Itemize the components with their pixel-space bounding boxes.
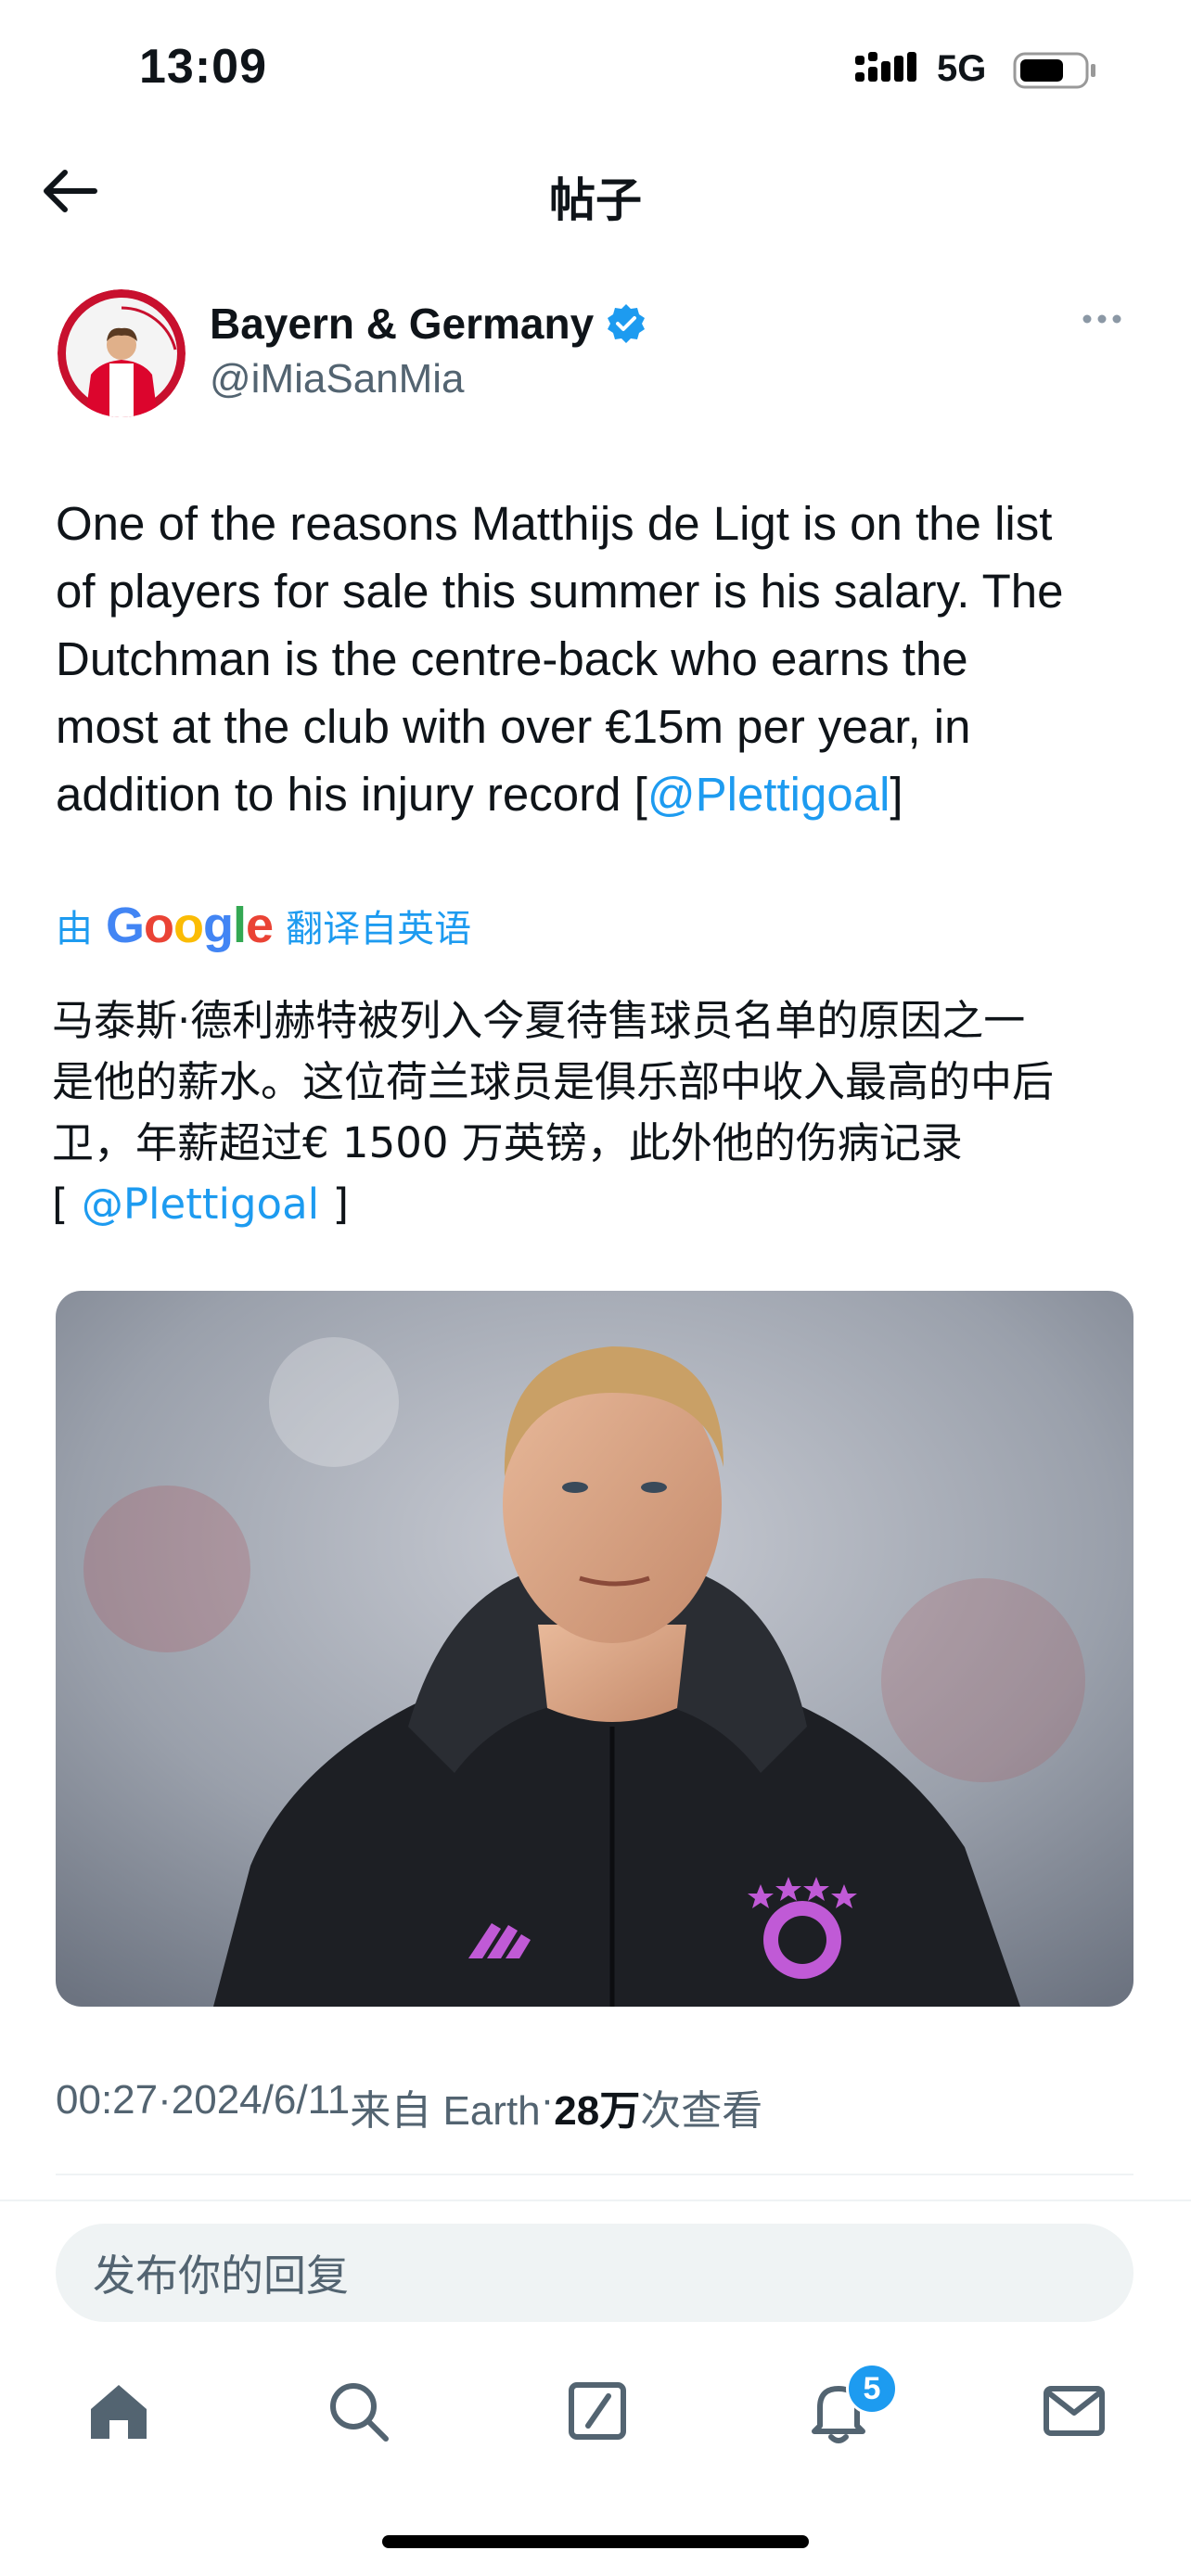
post-text-end: ] — [890, 768, 903, 821]
messages-icon[interactable] — [1037, 2374, 1111, 2448]
translated-text: 马泰斯·德利赫特被列入今夏待售球员名单的原因之一 是他的薪水。这位荷兰球员是俱乐… — [52, 990, 1146, 1235]
network-label: 5G — [937, 48, 987, 89]
post-date[interactable]: 2024/6/11 — [172, 2077, 350, 2136]
mention-link[interactable]: @Plettigoal — [647, 768, 890, 821]
views-label: 次查看 — [640, 2088, 763, 2134]
translated-text-end: ] — [319, 1180, 350, 1229]
verified-icon — [608, 304, 645, 343]
avatar[interactable] — [58, 289, 186, 417]
translation-suffix: 翻译自英语 — [286, 909, 472, 950]
author-display-name[interactable]: Bayern & Germany — [210, 299, 594, 349]
status-time: 13:09 — [139, 40, 267, 94]
battery-icon — [1013, 52, 1095, 89]
translated-mention-link[interactable]: @Plettigoal — [82, 1180, 319, 1229]
meta-separator: · — [158, 2077, 172, 2123]
post-meta: 00:27 · 2024/6/11 来自 Earth · 28万 次查看 — [56, 2077, 762, 2136]
translation-prefix: 由 — [56, 909, 93, 950]
meta-separator: · — [540, 2077, 555, 2123]
home-indicator — [382, 2535, 809, 2548]
views-count[interactable]: 28万 — [554, 2077, 640, 2136]
signal-icon — [855, 52, 916, 82]
reply-input[interactable]: 发布你的回复 — [56, 2224, 1133, 2322]
player-photo — [56, 1291, 1133, 2007]
post-text-body: One of the reasons Matthijs de Ligt is o… — [56, 497, 1064, 821]
author-handle[interactable]: @iMiaSanMia — [210, 356, 465, 402]
page-title: 帖子 — [549, 174, 642, 226]
post-time[interactable]: 00:27 — [56, 2077, 158, 2136]
divider — [56, 2174, 1133, 2175]
divider — [0, 2200, 1191, 2201]
post-text: One of the reasons Matthijs de Ligt is o… — [56, 490, 1141, 828]
home-icon[interactable] — [82, 2374, 156, 2448]
translation-attribution[interactable]: 由 Google 翻译自英语 — [56, 898, 471, 953]
avatar-image — [58, 289, 186, 417]
more-icon[interactable] — [1082, 312, 1122, 326]
compose-icon[interactable] — [560, 2374, 634, 2448]
notifications-badge: 5 — [846, 2363, 898, 2415]
post-image[interactable] — [56, 1291, 1133, 2007]
search-icon[interactable] — [321, 2374, 395, 2448]
post-source: 来自 Earth — [350, 2088, 541, 2134]
google-logo: Google — [106, 898, 274, 953]
